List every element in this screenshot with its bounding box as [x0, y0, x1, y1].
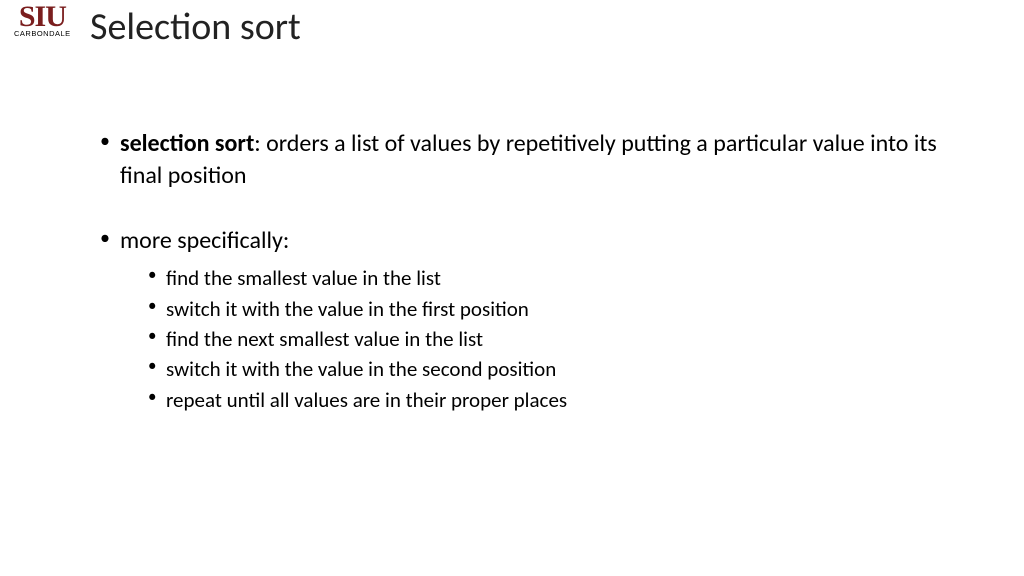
bullet-strong: selection sort [120, 129, 254, 158]
sub-bullet-item: find the next smallest value in the list [148, 324, 964, 354]
bullet-text: more specifically: [120, 226, 289, 255]
logo-main-text: SIU [14, 2, 71, 32]
sub-bullet-item: switch it with the value in the first po… [148, 294, 964, 324]
sub-bullet-list: find the smallest value in the list swit… [120, 263, 964, 415]
logo-sub-text: CARBONDALE [14, 30, 71, 38]
slide-content: selection sort: orders a list of values … [100, 128, 964, 447]
sub-bullet-item: switch it with the value in the second p… [148, 354, 964, 384]
siu-logo: SIU CARBONDALE [14, 2, 71, 38]
bullet-list: selection sort: orders a list of values … [100, 128, 964, 415]
sub-bullet-item: find the smallest value in the list [148, 263, 964, 293]
sub-bullet-item: repeat until all values are in their pro… [148, 385, 964, 415]
bullet-item: more specifically: find the smallest val… [100, 225, 964, 416]
bullet-item: selection sort: orders a list of values … [100, 128, 964, 193]
slide-title: Selection sort [90, 4, 301, 50]
